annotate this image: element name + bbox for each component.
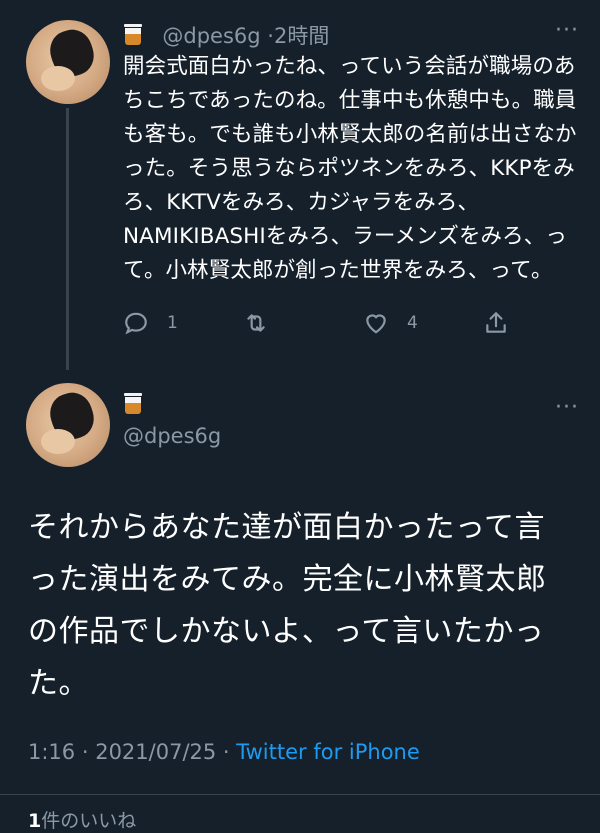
tweet1-handle[interactable]: @dpes6g [162, 24, 260, 48]
like-button[interactable]: 4 [363, 310, 418, 336]
more-icon[interactable]: ··· [555, 397, 579, 419]
likes-label: 件のいいね [41, 810, 137, 832]
whisky-glass-emoji [123, 393, 143, 415]
tweet-source[interactable]: Twitter for iPhone [236, 740, 420, 764]
share-button[interactable] [483, 310, 509, 336]
tweet1-header: @dpes6g ·2時間 [123, 20, 329, 50]
share-icon [486, 312, 506, 333]
separator-dot: · [267, 24, 274, 48]
reply-count: 1 [167, 313, 178, 333]
likes-count: 1 [28, 810, 42, 832]
like-icon [366, 314, 386, 334]
tweet1-text: 開会式面白かったね、っていう会話が職場のあちこちであったのね。仕事中も休憩中も。… [123, 54, 577, 283]
like-count: 4 [407, 313, 418, 333]
tweet2-meta: 1:16 · 2021/07/25 · Twitter for iPhone [28, 740, 420, 764]
avatar[interactable] [26, 383, 110, 467]
more-icon[interactable]: ··· [555, 20, 579, 42]
retweet-button[interactable] [243, 310, 269, 336]
reply-button[interactable]: 1 [123, 310, 178, 336]
retweet-icon [247, 314, 265, 332]
whisky-glass-emoji [123, 24, 143, 46]
reply-icon [125, 312, 147, 335]
tweet2-handle[interactable]: @dpes6g [123, 424, 221, 448]
thread-line [66, 108, 69, 370]
tweet1-actions: 1 4 [123, 310, 523, 340]
tweet2-text: それからあなた達が面白かったって言った演出をみてみ。完全に小林賢太郎の作品でしか… [28, 510, 547, 701]
tweet2-display-name [123, 393, 143, 416]
divider [0, 794, 600, 795]
tweet1-time[interactable]: 2時間 [274, 24, 329, 48]
tweet-time[interactable]: 1:16 [28, 740, 75, 764]
tweet-date[interactable]: 2021/07/25 [95, 740, 216, 764]
avatar[interactable] [26, 20, 110, 104]
